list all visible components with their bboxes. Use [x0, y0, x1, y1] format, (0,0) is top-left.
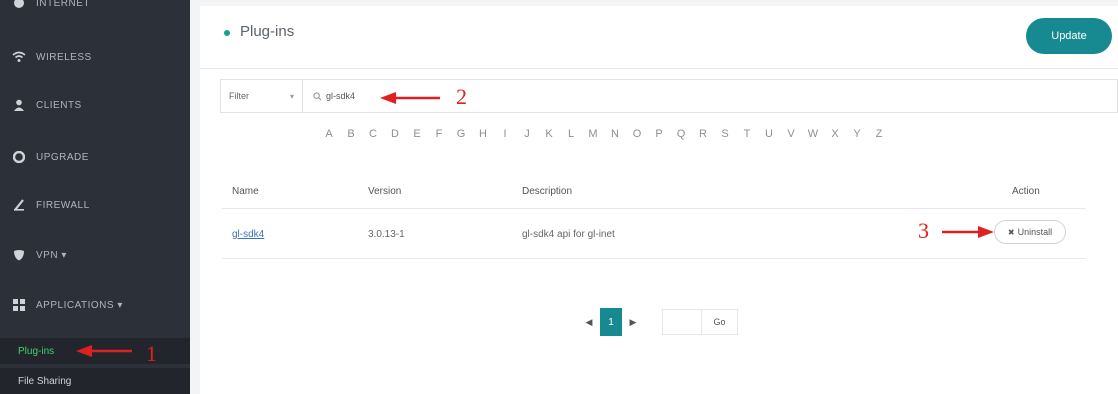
nav-item-label: FIREWALL — [36, 199, 90, 211]
alphabet-letter-a[interactable]: A — [318, 128, 340, 144]
alphabet-letter-v[interactable]: V — [780, 128, 802, 144]
page-jump-input[interactable] — [662, 309, 702, 335]
user-icon — [12, 98, 26, 112]
filter-select[interactable]: Filter ▾ — [221, 80, 303, 112]
subnav-plugins[interactable]: Plug-ins — [0, 338, 190, 364]
column-header-name: Name — [232, 186, 259, 197]
nav-item-firewall[interactable]: FIREWALL — [0, 188, 190, 222]
alphabet-filter: ABCDEFGHIJKLMNOPQRSTUVWXYZ — [318, 128, 890, 144]
nav-item-label: WIRELESS — [36, 51, 92, 63]
alphabet-letter-h[interactable]: H — [472, 128, 494, 144]
alphabet-letter-w[interactable]: W — [802, 128, 824, 144]
alphabet-letter-b[interactable]: B — [340, 128, 362, 144]
nav-item-label: APPLICATIONS ▾ — [36, 299, 123, 311]
annotation-number-3: 3 — [918, 218, 929, 243]
nav-item-vpn[interactable]: VPN ▾ — [0, 238, 190, 272]
wifi-icon — [12, 50, 26, 64]
uninstall-label: Uninstall — [1017, 227, 1053, 237]
subnav-label: File Sharing — [18, 375, 72, 387]
alphabet-letter-m[interactable]: M — [582, 128, 604, 144]
alphabet-letter-i[interactable]: I — [494, 128, 516, 144]
nav-item-wireless[interactable]: WIRELESS — [0, 40, 190, 74]
alphabet-letter-k[interactable]: K — [538, 128, 560, 144]
nav-item-label: UPGRADE — [36, 151, 89, 163]
plugin-name-link[interactable]: gl-sdk4 — [232, 229, 264, 240]
title-dot-icon — [224, 30, 230, 36]
pagination: ◀ 1 ▶ Go — [578, 308, 738, 336]
page-header: Plug-ins Update — [200, 6, 1118, 62]
nav-item-label: CLIENTS — [36, 99, 82, 111]
alphabet-letter-l[interactable]: L — [560, 128, 582, 144]
subnav-file-sharing[interactable]: File Sharing — [0, 368, 190, 394]
alphabet-letter-t[interactable]: T — [736, 128, 758, 144]
alphabet-letter-x[interactable]: X — [824, 128, 846, 144]
update-button[interactable]: Update — [1026, 18, 1112, 54]
nav-item-upgrade[interactable]: UPGRADE — [0, 140, 190, 174]
alphabet-letter-g[interactable]: G — [450, 128, 472, 144]
alphabet-letter-y[interactable]: Y — [846, 128, 868, 144]
nav-item-clients[interactable]: CLIENTS — [0, 88, 190, 122]
plugin-description: gl-sdk4 api for gl-inet — [522, 229, 615, 240]
alphabet-letter-e[interactable]: E — [406, 128, 428, 144]
annotation-number-1: 1 — [146, 341, 157, 366]
upgrade-icon — [12, 150, 26, 164]
search-input[interactable] — [326, 91, 386, 101]
nav-item-label: VPN ▾ — [36, 249, 67, 261]
alphabet-letter-n[interactable]: N — [604, 128, 626, 144]
page-title: Plug-ins — [240, 23, 295, 40]
divider — [222, 258, 1086, 259]
uninstall-button[interactable]: ✖ Uninstall — [994, 220, 1066, 244]
alphabet-letter-z[interactable]: Z — [868, 128, 890, 144]
prev-page-button[interactable]: ◀ — [578, 308, 600, 336]
filter-bar: Filter ▾ — [220, 79, 1118, 113]
alphabet-letter-d[interactable]: D — [384, 128, 406, 144]
alphabet-letter-s[interactable]: S — [714, 128, 736, 144]
nav-item-internet[interactable]: INTERNET — [0, 0, 190, 20]
search-icon — [313, 91, 322, 100]
column-header-version: Version — [368, 186, 402, 197]
shield-icon — [12, 248, 26, 262]
grid-icon — [12, 298, 26, 312]
subnav-label: Plug-ins — [18, 345, 55, 357]
chevron-down-icon: ▾ — [289, 91, 294, 101]
alphabet-letter-p[interactable]: P — [648, 128, 670, 144]
divider — [200, 68, 1118, 69]
alphabet-letter-o[interactable]: O — [626, 128, 648, 144]
firewall-icon — [12, 198, 26, 212]
alphabet-letter-q[interactable]: Q — [670, 128, 692, 144]
globe-icon — [12, 0, 26, 10]
alphabet-letter-j[interactable]: J — [516, 128, 538, 144]
close-icon: ✖ — [1007, 227, 1015, 237]
divider — [222, 208, 1086, 209]
alphabet-letter-c[interactable]: C — [362, 128, 384, 144]
filter-select-label: Filter — [229, 91, 249, 101]
page-number-current[interactable]: 1 — [600, 308, 622, 336]
annotation-number-2: 2 — [456, 84, 467, 109]
nav-item-applications[interactable]: APPLICATIONS ▾ — [0, 288, 190, 322]
go-button[interactable]: Go — [702, 309, 738, 335]
alphabet-letter-r[interactable]: R — [692, 128, 714, 144]
alphabet-letter-f[interactable]: F — [428, 128, 450, 144]
search-field[interactable] — [313, 80, 386, 112]
main-panel: Plug-ins Update Filter ▾ ABCDEFGHIJKLMNO… — [200, 6, 1118, 394]
column-header-description: Description — [522, 186, 573, 197]
column-header-action: Action — [1012, 186, 1040, 197]
plugin-version: 3.0.13-1 — [368, 229, 405, 240]
sidebar: INTERNET WIRELESS CLIENTS UPGRADE FIREWA… — [0, 0, 190, 394]
nav-item-label: INTERNET — [36, 0, 90, 9]
next-page-button[interactable]: ▶ — [622, 308, 644, 336]
alphabet-letter-u[interactable]: U — [758, 128, 780, 144]
